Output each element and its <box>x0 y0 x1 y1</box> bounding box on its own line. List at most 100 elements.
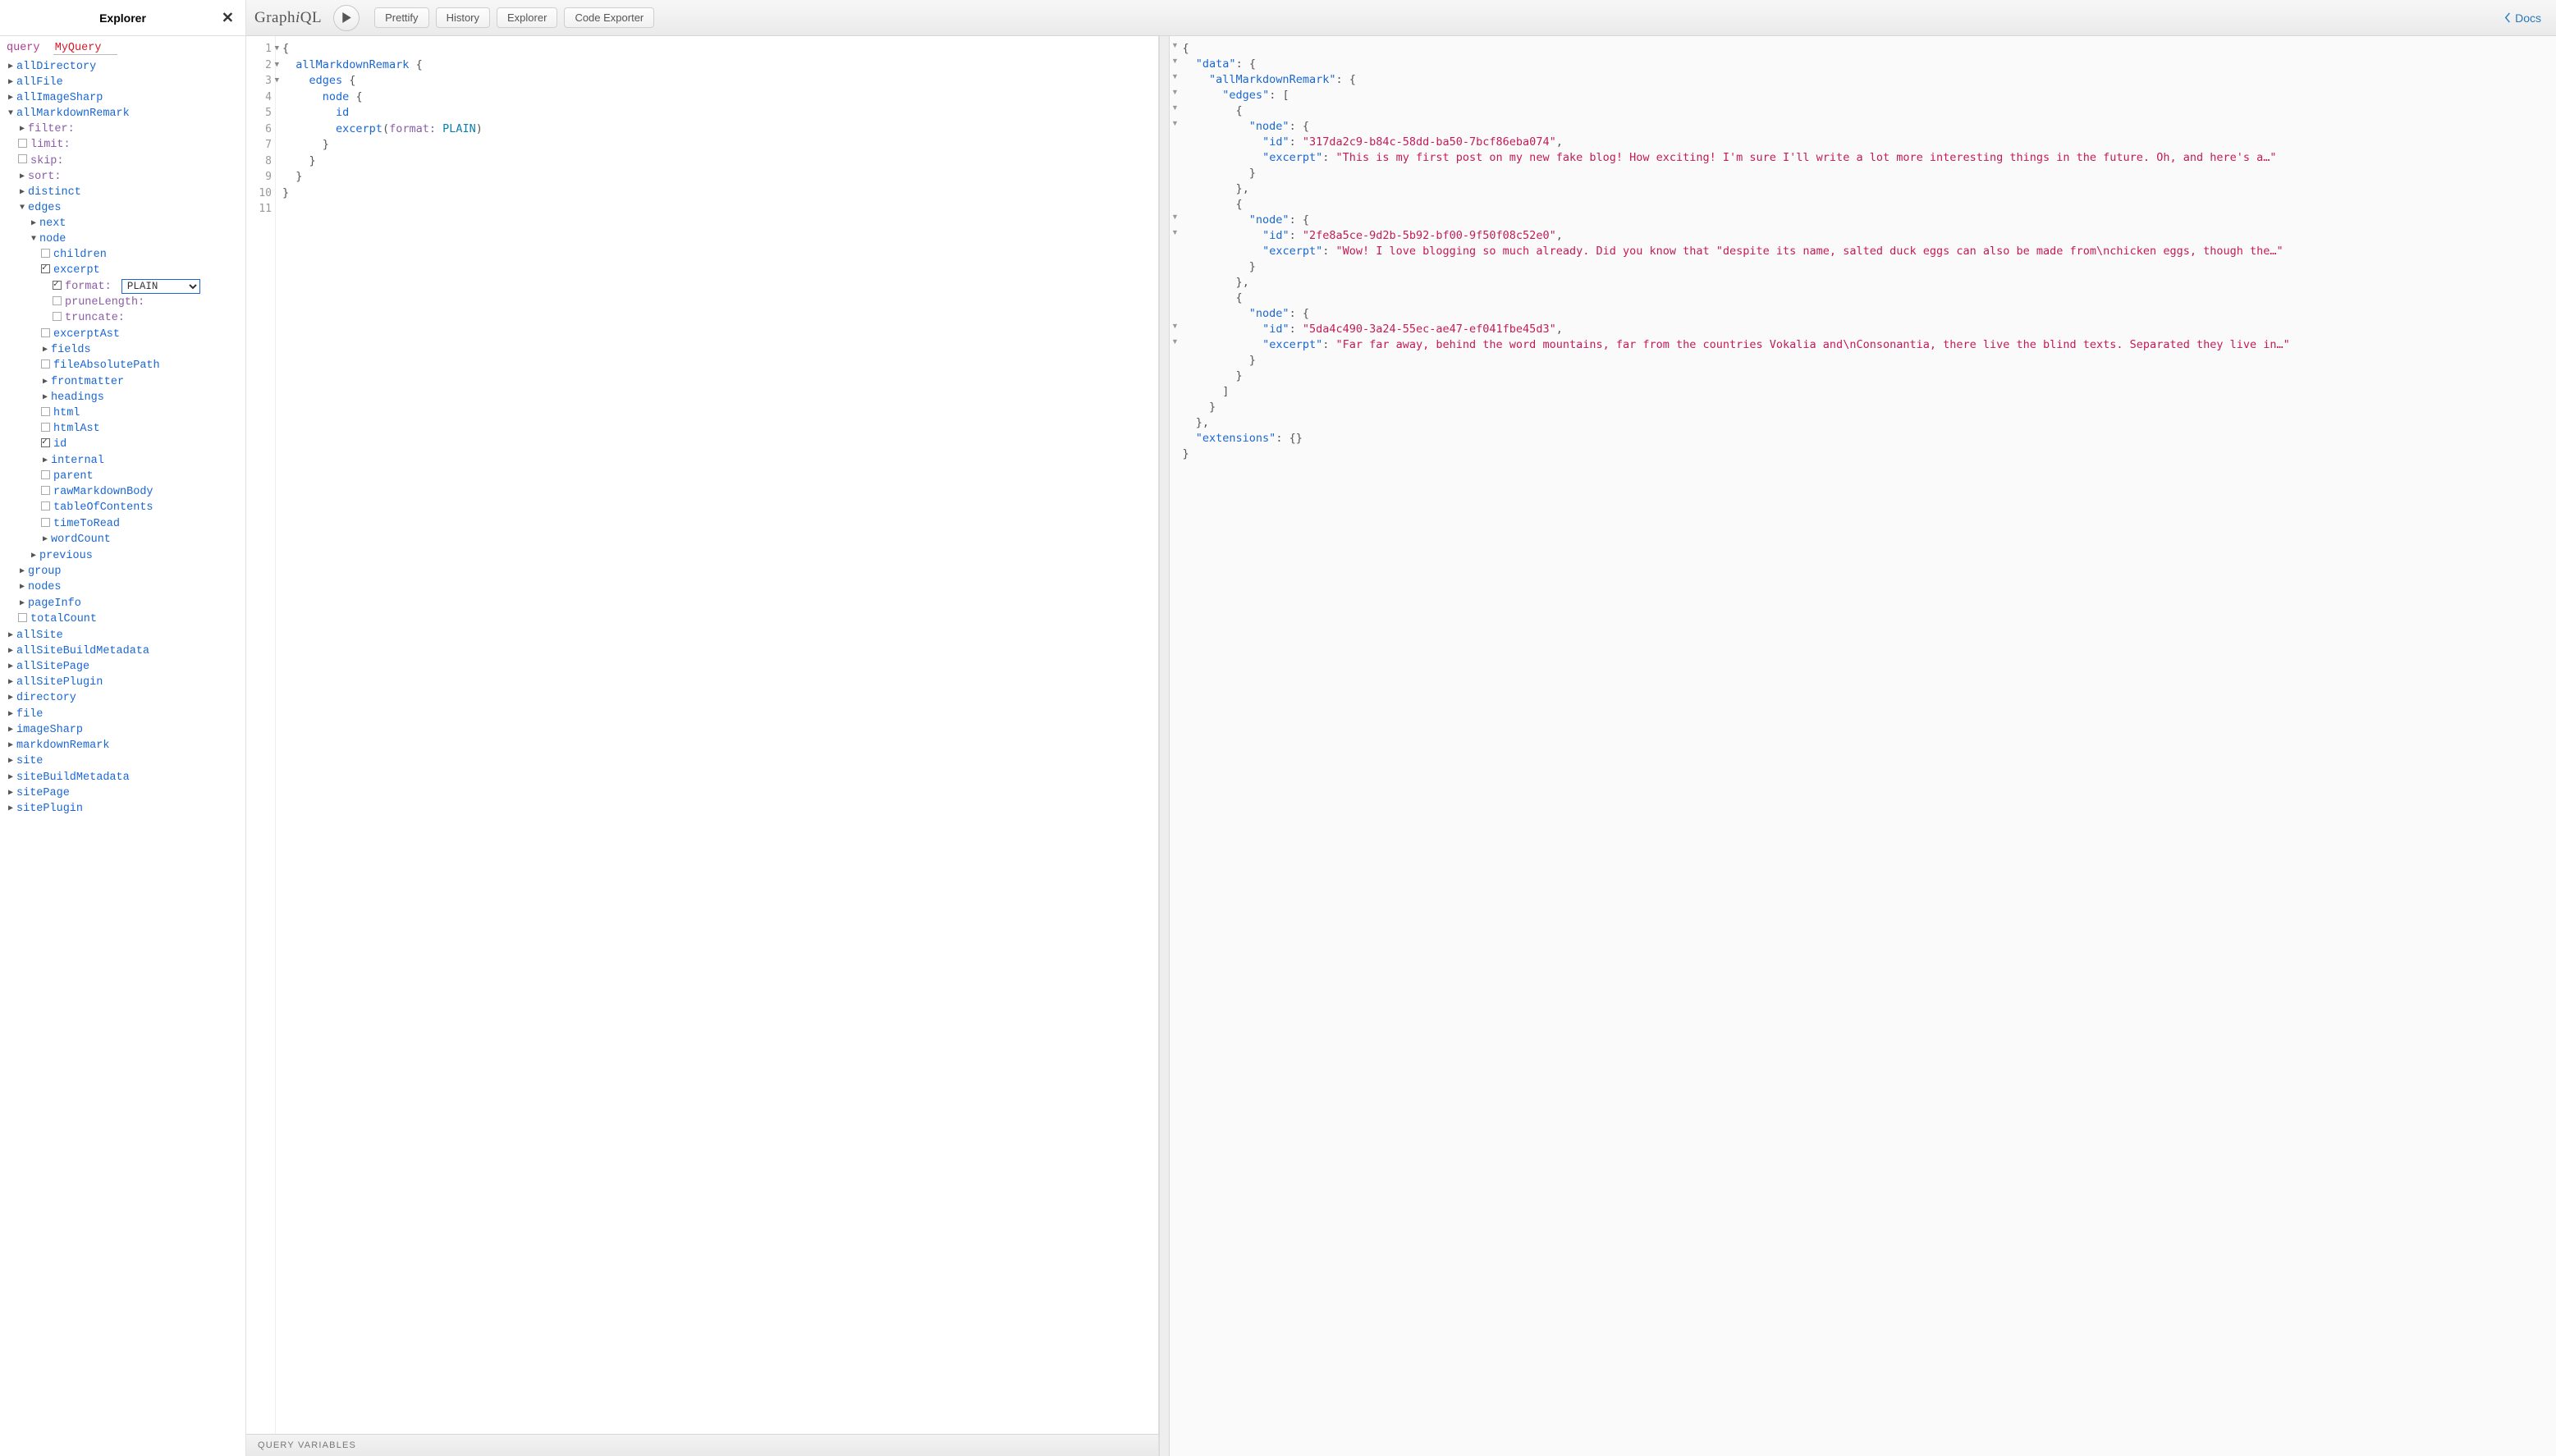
caret-right-icon[interactable]: ▶ <box>7 646 15 657</box>
checkbox[interactable] <box>41 486 50 495</box>
docs-button[interactable]: Docs <box>2498 8 2548 28</box>
field-directory[interactable]: directory <box>16 692 76 704</box>
field-allSite[interactable]: allSite <box>16 630 63 642</box>
checkbox-checked[interactable] <box>41 438 50 447</box>
field-allSitePlugin[interactable]: allSitePlugin <box>16 676 103 689</box>
caret-right-icon[interactable]: ▶ <box>41 345 49 356</box>
arg-format[interactable]: format: <box>65 281 112 293</box>
caret-right-icon[interactable]: ▶ <box>30 218 38 230</box>
checkbox-checked[interactable] <box>53 281 62 290</box>
field-edges[interactable]: edges <box>28 202 62 214</box>
column-resizer[interactable] <box>1159 36 1170 1456</box>
arg-sort[interactable]: sort: <box>28 171 62 183</box>
caret-right-icon[interactable]: ▶ <box>7 693 15 704</box>
field-distinct[interactable]: distinct <box>28 186 81 199</box>
field-node[interactable]: node <box>39 233 66 245</box>
field-tableOfContents[interactable]: tableOfContents <box>53 501 153 514</box>
field-sitePlugin[interactable]: sitePlugin <box>16 803 83 815</box>
caret-right-icon[interactable]: ▶ <box>18 172 26 183</box>
field-children[interactable]: children <box>53 249 107 261</box>
field-frontmatter[interactable]: frontmatter <box>51 376 124 388</box>
field-id[interactable]: id <box>53 438 66 451</box>
field-fields[interactable]: fields <box>51 344 91 356</box>
fold-caret-icon[interactable]: ▼ <box>275 57 279 74</box>
caret-right-icon[interactable]: ▶ <box>7 630 15 642</box>
checkbox[interactable] <box>41 470 50 479</box>
field-site[interactable]: site <box>16 755 43 767</box>
checkbox[interactable] <box>41 328 50 337</box>
field-allFile[interactable]: allFile <box>16 76 63 89</box>
field-wordCount[interactable]: wordCount <box>51 533 111 546</box>
code-area[interactable]: { allMarkdownRemark { edges { node { id … <box>276 36 1158 1434</box>
caret-right-icon[interactable]: ▶ <box>7 677 15 689</box>
result-json[interactable]: { "data": { "allMarkdownRemark": { "edge… <box>1181 36 2556 1456</box>
field-headings[interactable]: headings <box>51 391 104 404</box>
field-imageSharp[interactable]: imageSharp <box>16 724 83 736</box>
checkbox-checked[interactable] <box>41 264 50 273</box>
field-totalCount[interactable]: totalCount <box>30 613 97 625</box>
arg-pruneLength[interactable]: pruneLength: <box>65 296 144 309</box>
arg-limit[interactable]: limit: <box>30 139 71 151</box>
checkbox[interactable] <box>18 139 27 148</box>
code-exporter-button[interactable]: Code Exporter <box>564 7 654 28</box>
field-parent[interactable]: parent <box>53 470 94 483</box>
field-allDirectory[interactable]: allDirectory <box>16 61 96 73</box>
field-htmlAst[interactable]: htmlAst <box>53 423 100 435</box>
field-group[interactable]: group <box>28 565 62 578</box>
field-allSitePage[interactable]: allSitePage <box>16 661 89 673</box>
history-button[interactable]: History <box>436 7 490 28</box>
field-siteBuildMetadata[interactable]: siteBuildMetadata <box>16 771 130 784</box>
field-nodes[interactable]: nodes <box>28 581 62 593</box>
checkbox[interactable] <box>41 407 50 416</box>
caret-right-icon[interactable]: ▶ <box>7 709 15 721</box>
caret-right-icon[interactable]: ▶ <box>7 788 15 799</box>
fold-caret-icon[interactable]: ▼ <box>275 41 279 57</box>
caret-right-icon[interactable]: ▶ <box>18 566 26 578</box>
caret-right-icon[interactable]: ▶ <box>30 551 38 562</box>
arg-truncate[interactable]: truncate: <box>65 312 125 324</box>
field-next[interactable]: next <box>39 217 66 230</box>
execute-button[interactable] <box>333 5 360 31</box>
caret-right-icon[interactable]: ▶ <box>7 77 15 89</box>
caret-right-icon[interactable]: ▶ <box>41 392 49 404</box>
field-allMarkdownRemark[interactable]: allMarkdownRemark <box>16 108 130 120</box>
explorer-button[interactable]: Explorer <box>497 7 557 28</box>
caret-right-icon[interactable]: ▶ <box>7 772 15 784</box>
field-previous[interactable]: previous <box>39 550 93 562</box>
caret-down-icon[interactable]: ▼ <box>7 108 15 120</box>
caret-right-icon[interactable]: ▶ <box>18 598 26 610</box>
checkbox[interactable] <box>18 613 27 622</box>
caret-right-icon[interactable]: ▶ <box>7 756 15 767</box>
query-editor[interactable]: 1▼ 2▼ 3▼ 4 5 6 7 8 9 10 11 { allMarkdown… <box>246 36 1158 1434</box>
field-file[interactable]: file <box>16 708 43 721</box>
field-timeToRead[interactable]: timeToRead <box>53 518 120 530</box>
field-fileAbsolutePath[interactable]: fileAbsolutePath <box>53 359 160 372</box>
caret-right-icon[interactable]: ▶ <box>7 662 15 673</box>
checkbox[interactable] <box>41 501 50 511</box>
caret-right-icon[interactable]: ▶ <box>41 456 49 467</box>
prettify-button[interactable]: Prettify <box>374 7 428 28</box>
checkbox[interactable] <box>18 154 27 163</box>
field-allSiteBuildMetadata[interactable]: allSiteBuildMetadata <box>16 645 149 657</box>
checkbox[interactable] <box>41 249 50 258</box>
field-excerptAst[interactable]: excerptAst <box>53 328 120 341</box>
query-name-input[interactable] <box>53 42 117 55</box>
checkbox[interactable] <box>41 423 50 432</box>
checkbox[interactable] <box>53 312 62 321</box>
caret-right-icon[interactable]: ▶ <box>41 534 49 546</box>
caret-right-icon[interactable]: ▶ <box>7 93 15 104</box>
field-html[interactable]: html <box>53 407 80 419</box>
caret-down-icon[interactable]: ▼ <box>30 234 38 245</box>
caret-right-icon[interactable]: ▶ <box>7 725 15 736</box>
checkbox[interactable] <box>41 359 50 369</box>
caret-right-icon[interactable]: ▶ <box>7 804 15 815</box>
caret-right-icon[interactable]: ▶ <box>7 62 15 73</box>
field-allImageSharp[interactable]: allImageSharp <box>16 92 103 104</box>
caret-right-icon[interactable]: ▶ <box>41 377 49 388</box>
field-sitePage[interactable]: sitePage <box>16 787 70 799</box>
caret-right-icon[interactable]: ▶ <box>18 582 26 593</box>
checkbox[interactable] <box>53 296 62 305</box>
caret-right-icon[interactable]: ▶ <box>7 740 15 752</box>
close-icon[interactable]: ✕ <box>222 9 234 26</box>
fold-caret-icon[interactable]: ▼ <box>275 73 279 89</box>
